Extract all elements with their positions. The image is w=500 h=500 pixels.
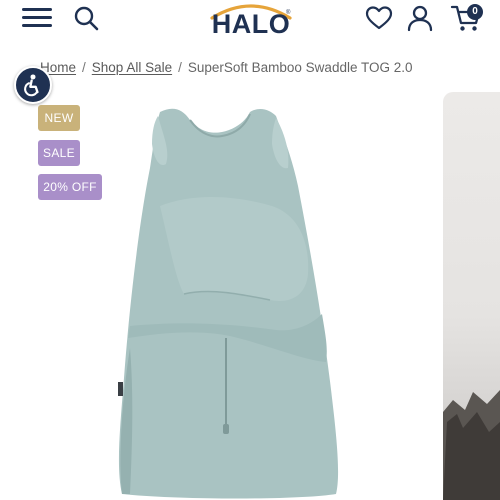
- breadcrumb-current: SuperSoft Bamboo Swaddle TOG 2.0: [187, 60, 413, 75]
- halo-logo[interactable]: HALO: [206, 0, 296, 40]
- site-header: HALO ® 0: [0, 0, 500, 44]
- breadcrumb-shop-all-sale-link[interactable]: Shop All Sale: [92, 60, 172, 75]
- accessibility-icon: [24, 74, 39, 97]
- user-icon[interactable]: [407, 4, 433, 32]
- badge-sale: SALE: [38, 140, 80, 166]
- search-icon[interactable]: [72, 4, 100, 32]
- product-image-swaddle[interactable]: [100, 98, 350, 500]
- breadcrumb-separator: /: [82, 60, 86, 75]
- heart-icon[interactable]: [365, 5, 393, 31]
- logo-text: HALO: [211, 9, 291, 39]
- product-image-next[interactable]: [443, 92, 500, 500]
- badge-discount: 20% OFF: [38, 174, 102, 200]
- hamburger-menu-icon[interactable]: [22, 6, 52, 30]
- cart-count-badge: 0: [467, 4, 483, 20]
- accessibility-button[interactable]: [14, 66, 52, 104]
- badge-new: NEW: [38, 105, 80, 131]
- breadcrumb-separator: /: [178, 60, 182, 75]
- logo-registered-mark: ®: [286, 10, 291, 16]
- next-image-photo: [443, 390, 500, 500]
- breadcrumb: Home / Shop All Sale / SuperSoft Bamboo Swad…: [40, 60, 413, 80]
